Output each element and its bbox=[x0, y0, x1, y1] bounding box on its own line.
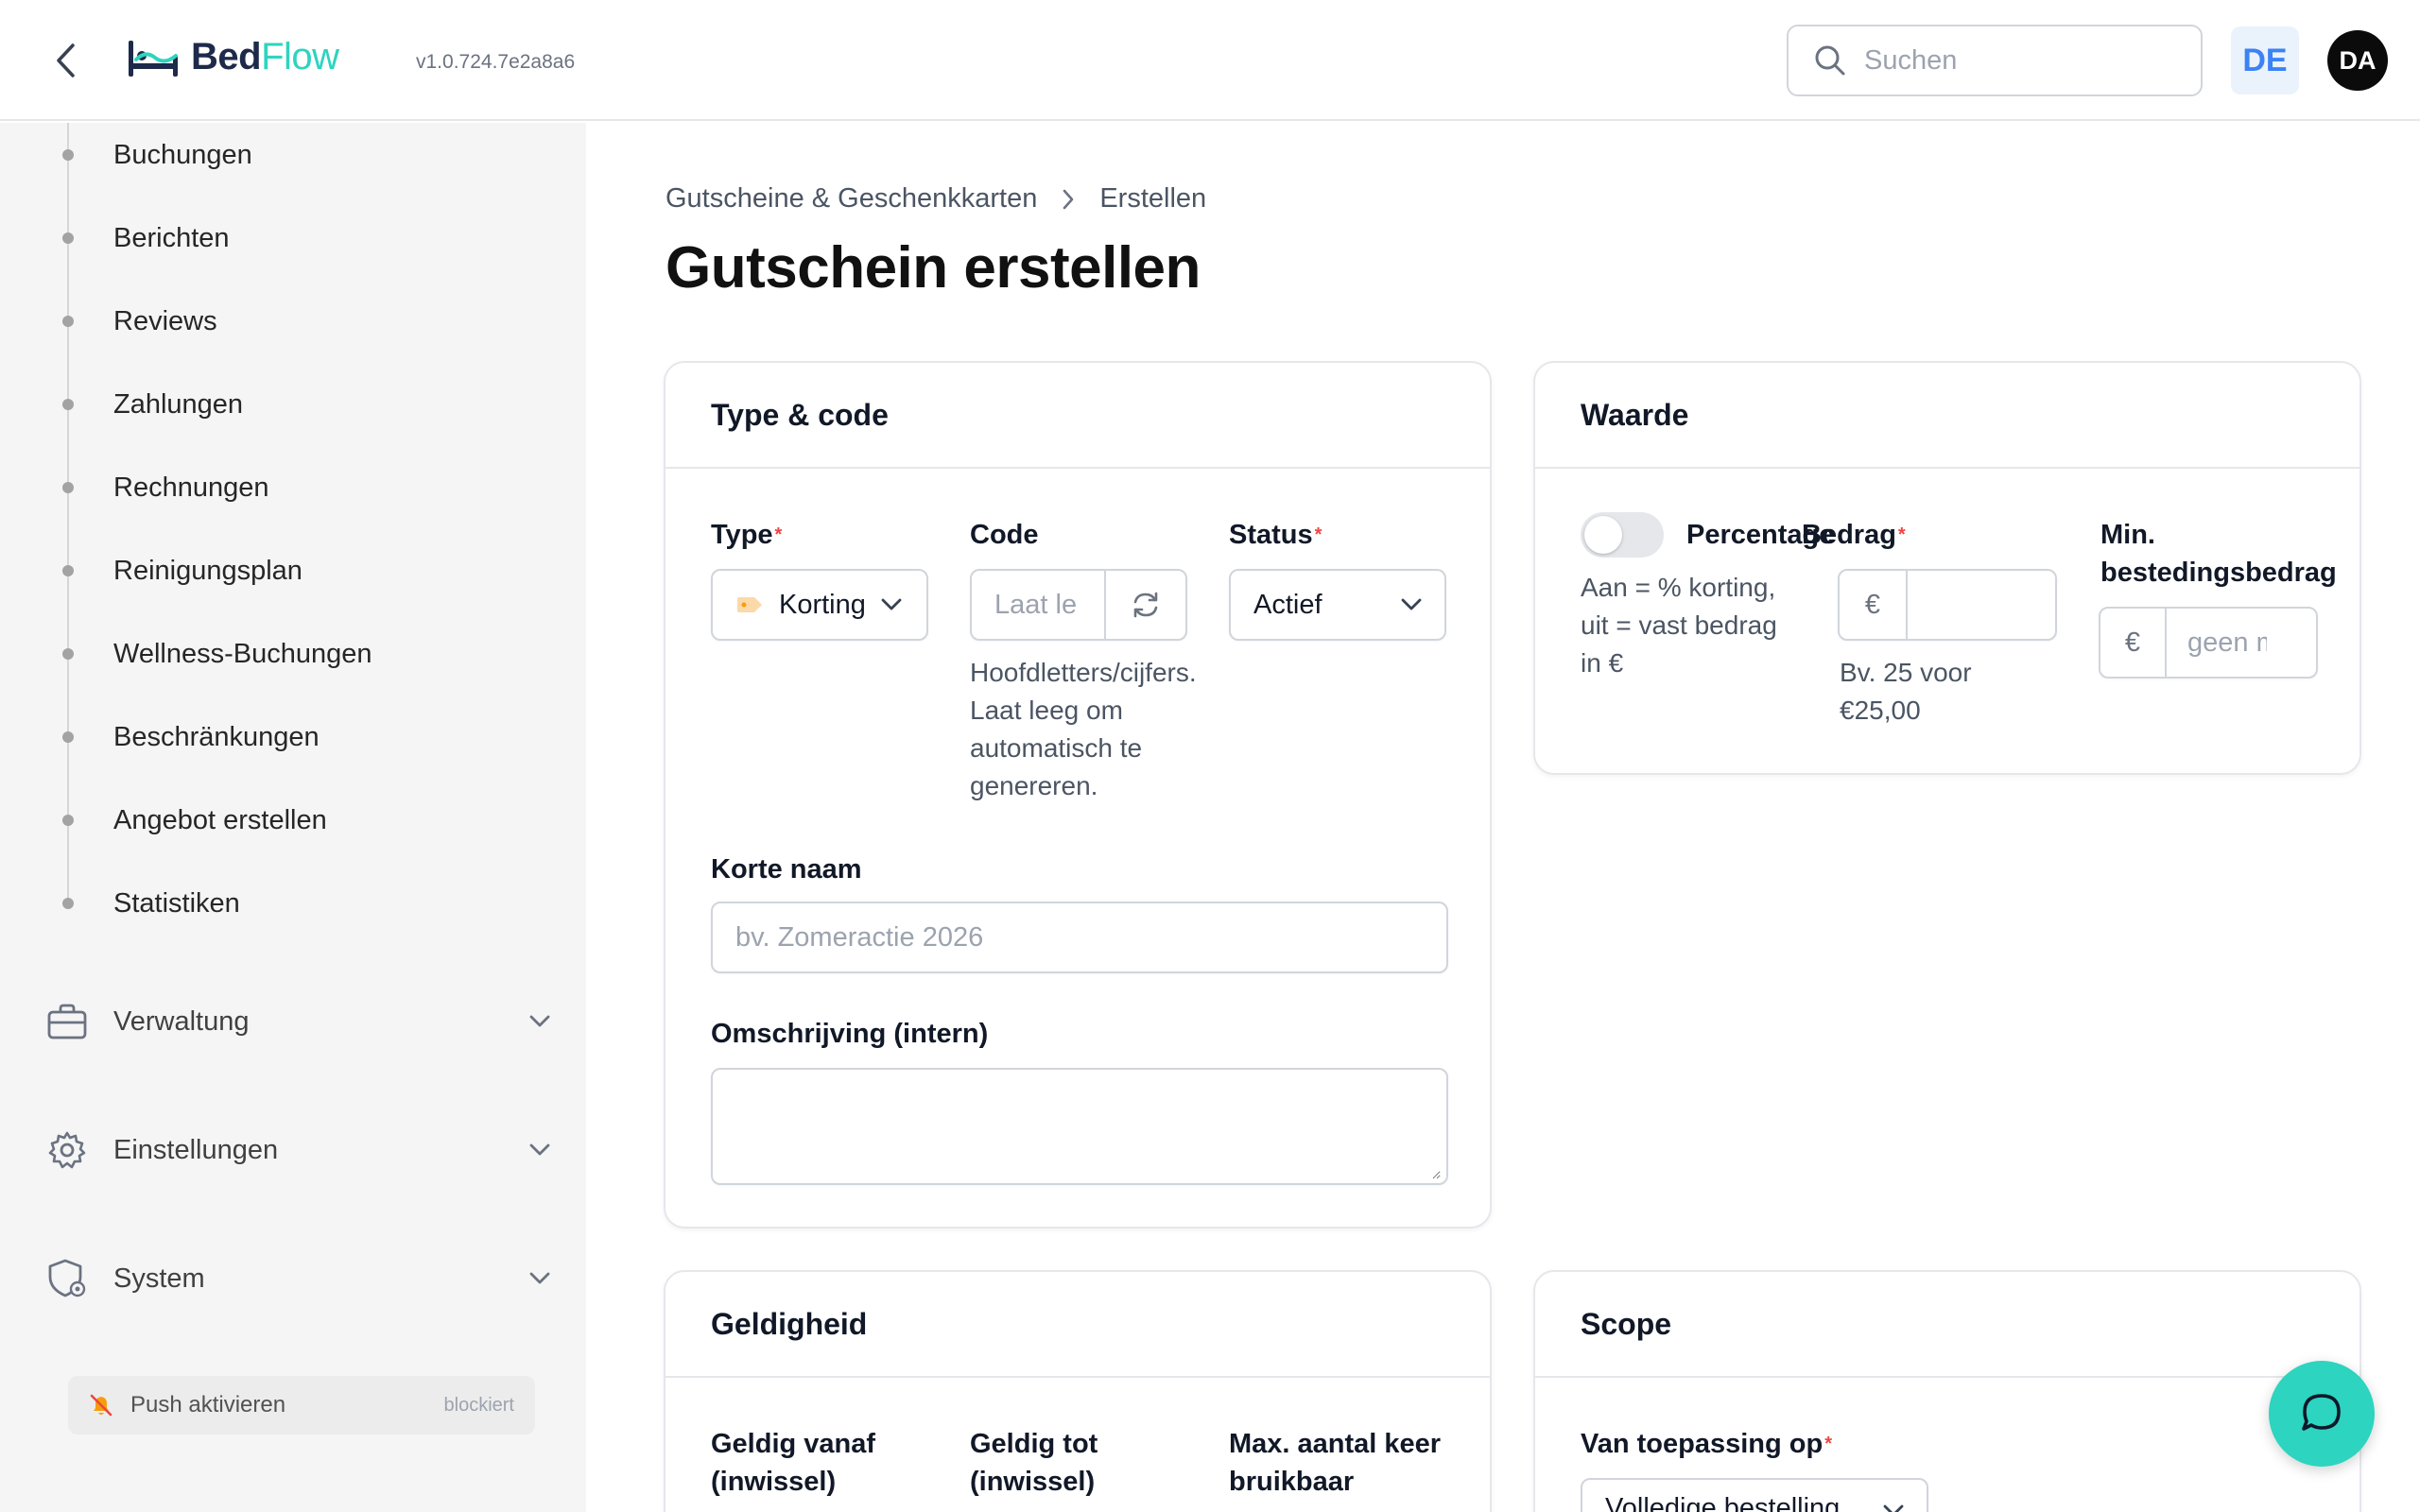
search-icon bbox=[1815, 45, 1845, 76]
page-title: Gutschein erstellen bbox=[666, 235, 1201, 301]
sidebar-group-system[interactable]: System bbox=[0, 1244, 567, 1314]
push-status: blockiert bbox=[443, 1394, 514, 1416]
min-spend-label: Min. bestedingsbedrag bbox=[2100, 520, 2337, 588]
code-label: Code bbox=[970, 520, 1039, 550]
chevron-down-icon bbox=[526, 1264, 554, 1293]
bullet bbox=[62, 648, 74, 660]
value-card: Waarde Percentage Aan = % korting, uit =… bbox=[1533, 361, 2361, 775]
chevron-down-icon bbox=[526, 1136, 554, 1164]
short-name-label: Korte naam bbox=[711, 854, 862, 885]
brand-name: BedFlow bbox=[191, 36, 339, 77]
amount-field: € bbox=[1838, 569, 2057, 641]
sidebar-item-rechnungen[interactable]: Rechnungen bbox=[0, 459, 567, 516]
currency-prefix: € bbox=[1840, 571, 1908, 639]
sidebar-group-verwaltung[interactable]: Verwaltung bbox=[0, 987, 567, 1057]
sidebar-item-reviews[interactable]: Reviews bbox=[0, 293, 567, 350]
regenerate-code-button[interactable] bbox=[1104, 571, 1185, 639]
sidebar-item-reinigungsplan[interactable]: Reinigungsplan bbox=[0, 542, 567, 599]
percentage-toggle[interactable] bbox=[1581, 512, 1664, 558]
type-select[interactable]: Korting bbox=[711, 569, 928, 641]
bullet bbox=[62, 815, 74, 826]
status-select[interactable]: Actief bbox=[1229, 569, 1446, 641]
scope-card: Scope Van toepassing op * Volledige beste… bbox=[1533, 1270, 2361, 1512]
search-input[interactable] bbox=[1864, 44, 2167, 77]
chevron-down-icon bbox=[526, 1007, 554, 1036]
breadcrumb: Gutscheine & Geschenkkarten Erstellen bbox=[666, 183, 1206, 215]
bullet bbox=[62, 232, 74, 244]
chevron-right-icon bbox=[1063, 189, 1074, 209]
chevron-down-icon bbox=[881, 598, 902, 610]
bullet bbox=[62, 565, 74, 576]
applies-to-select[interactable]: Volledige bestelling bbox=[1581, 1478, 1928, 1512]
bell-off-icon bbox=[87, 1391, 115, 1419]
description-label: Omschrijving (intern) bbox=[711, 1019, 989, 1049]
bullet bbox=[62, 898, 74, 909]
type-label: Type * bbox=[711, 520, 783, 550]
sidebar-group-einstellungen[interactable]: Einstellungen bbox=[0, 1115, 567, 1185]
chat-bubble-icon bbox=[2302, 1394, 2341, 1431]
currency-prefix: € bbox=[2100, 609, 2167, 677]
gear-icon bbox=[45, 1128, 89, 1172]
percentage-hint: Aan = % korting, uit = vast bedrag in € bbox=[1581, 573, 1777, 678]
push-notification-toggle[interactable]: Push aktivieren blockiert bbox=[68, 1376, 535, 1435]
language-switch[interactable]: DE bbox=[2231, 26, 2299, 94]
min-spend-input[interactable] bbox=[2167, 627, 2267, 659]
bullet bbox=[62, 399, 74, 410]
refresh-icon bbox=[1133, 592, 1158, 618]
amount-hint: Bv. 25 voor €25,00 bbox=[1840, 658, 1972, 725]
code-hint: Hoofdletters/cijfers. Laat leeg om autom… bbox=[970, 658, 1197, 800]
tag-icon bbox=[737, 597, 762, 612]
sidebar-item-angebot-erstellen[interactable]: Angebot erstellen bbox=[0, 792, 567, 849]
card-title: Geldigheid bbox=[666, 1272, 1490, 1378]
sidebar-item-wellness-buchungen[interactable]: Wellness-Buchungen bbox=[0, 626, 567, 682]
description-field bbox=[711, 1068, 1448, 1185]
sidebar-item-buchungen[interactable]: Buchungen bbox=[0, 127, 567, 183]
chevron-down-icon bbox=[1401, 598, 1422, 610]
amount-input[interactable] bbox=[1908, 589, 2049, 621]
code-field bbox=[970, 569, 1187, 641]
code-input[interactable] bbox=[972, 589, 1104, 621]
top-bar: BedFlow v1.0.724.7e2a8a6 DE DA bbox=[0, 0, 2420, 121]
sidebar-item-berichten[interactable]: Berichten bbox=[0, 210, 567, 266]
min-spend-field: € bbox=[2099, 607, 2318, 679]
type-code-card: Type & code Type* Korting Code Hoofdlett… bbox=[664, 361, 1492, 1228]
description-textarea[interactable] bbox=[713, 1070, 1441, 1179]
short-name-input[interactable] bbox=[713, 921, 1412, 954]
amount-label: Bedrag * bbox=[1802, 520, 1906, 550]
shield-gear-icon bbox=[45, 1257, 89, 1300]
sidebar-item-statistiken[interactable]: Statistiken bbox=[0, 875, 567, 932]
valid-to-label: Geldig tot (inwissel) bbox=[970, 1429, 1098, 1497]
bullet bbox=[62, 731, 74, 743]
search-box[interactable] bbox=[1787, 25, 2203, 96]
valid-from-label: Geldig vanaf (inwissel) bbox=[711, 1429, 876, 1497]
breadcrumb-current: Erstellen bbox=[1099, 183, 1207, 214]
bed-icon bbox=[129, 40, 178, 77]
short-name-field bbox=[711, 902, 1448, 973]
sidebar-item-beschraenkungen[interactable]: Beschränkungen bbox=[0, 709, 567, 765]
sidebar: Buchungen Berichten Reviews Zahlungen Re… bbox=[0, 123, 586, 1512]
card-title: Waarde bbox=[1535, 363, 2360, 469]
briefcase-icon bbox=[45, 1000, 89, 1043]
bullet bbox=[62, 316, 74, 327]
card-title: Type & code bbox=[666, 363, 1490, 469]
validity-card: Geldigheid Geldig vanaf (inwissel) Geldi… bbox=[664, 1270, 1492, 1512]
brand-logo[interactable]: BedFlow bbox=[127, 36, 339, 78]
status-label: Status * bbox=[1229, 520, 1322, 550]
toggle-knob bbox=[1584, 516, 1622, 554]
chevron-left-icon bbox=[57, 43, 75, 77]
user-avatar[interactable]: DA bbox=[2327, 30, 2388, 91]
version-label: v1.0.724.7e2a8a6 bbox=[416, 51, 576, 73]
bullet bbox=[62, 149, 74, 161]
bullet bbox=[62, 482, 74, 493]
sidebar-item-zahlungen[interactable]: Zahlungen bbox=[0, 376, 567, 433]
max-uses-label: Max. aantal keer bruikbaar bbox=[1229, 1429, 1442, 1497]
applies-to-label: Van toepassing op * bbox=[1581, 1429, 1833, 1459]
card-title: Scope bbox=[1535, 1272, 2360, 1378]
chat-button[interactable] bbox=[2269, 1361, 2375, 1467]
chevron-down-icon bbox=[1883, 1504, 1904, 1512]
breadcrumb-parent[interactable]: Gutscheine & Geschenkkarten bbox=[666, 183, 1037, 215]
back-button[interactable] bbox=[47, 42, 85, 79]
